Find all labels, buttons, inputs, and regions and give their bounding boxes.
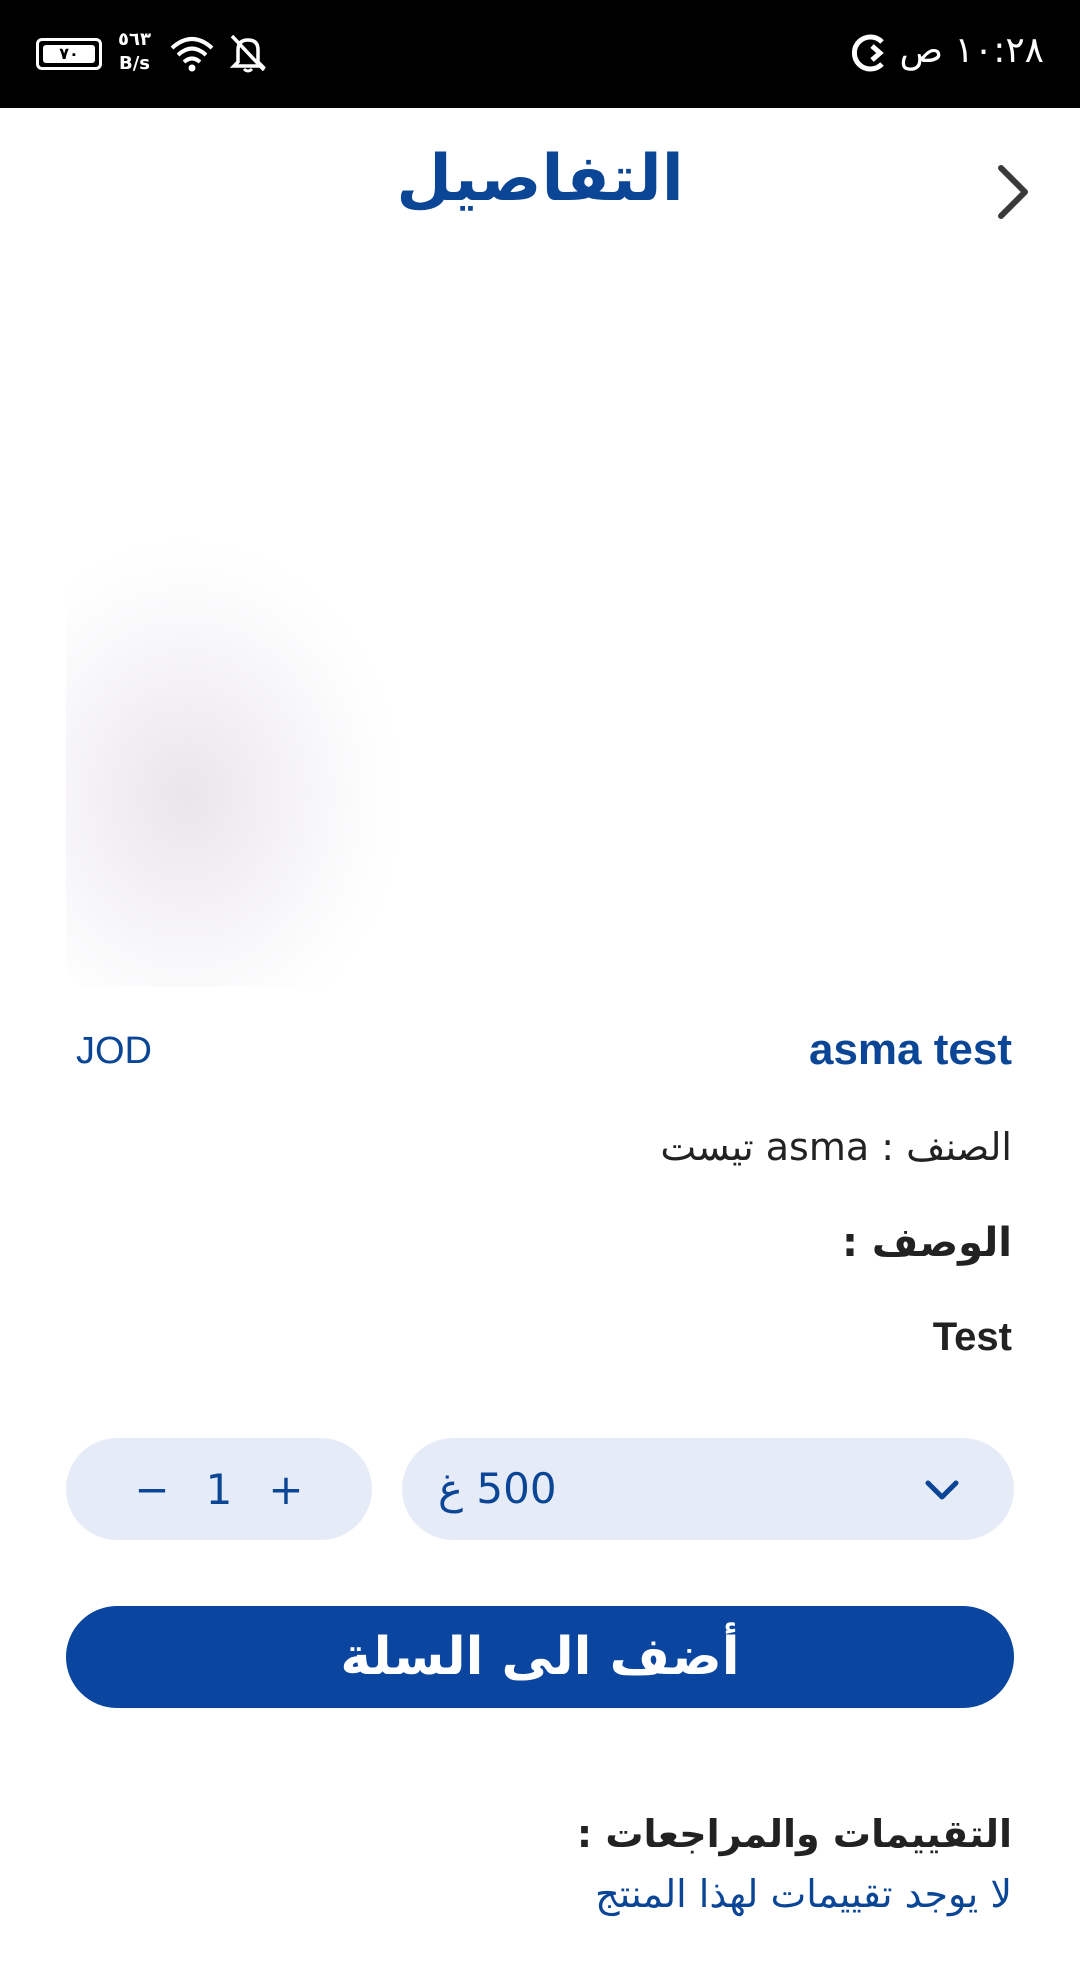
wifi-icon xyxy=(170,37,214,72)
status-time: ١٠:٢٨ ص xyxy=(899,30,1044,71)
product-currency: JOD xyxy=(76,1030,152,1072)
battery-level: ٧٠ xyxy=(43,45,95,63)
battery-icon: ٧٠ xyxy=(36,38,102,70)
quantity-minus-button[interactable]: − xyxy=(116,1465,187,1514)
product-image xyxy=(66,315,1014,987)
weight-value: 500 غ xyxy=(438,1464,557,1513)
quantity-stepper: − 1 + xyxy=(66,1438,372,1540)
network-speed-value: ٥٦٣ xyxy=(118,29,151,50)
sync-icon xyxy=(851,34,884,72)
network-speed-unit: B/s xyxy=(118,53,150,74)
quantity-value: 1 xyxy=(205,1464,233,1514)
product-category: الصنف : asma تيست xyxy=(660,1125,1012,1169)
quantity-plus-button[interactable]: + xyxy=(250,1465,321,1514)
chevron-right-icon xyxy=(998,165,1028,219)
bell-off-icon xyxy=(229,34,267,73)
chevron-down-icon xyxy=(925,1480,959,1500)
description-label: الوصف : xyxy=(841,1220,1012,1266)
reviews-title: التقييمات والمراجعات : xyxy=(576,1812,1012,1856)
product-name: asma test xyxy=(808,1025,1012,1074)
back-button[interactable] xyxy=(988,160,1038,224)
description-text: Test xyxy=(932,1315,1012,1359)
reviews-empty-message: لا يوجد تقييمات لهذا المنتج xyxy=(595,1872,1012,1916)
page-title: التفاصيل xyxy=(396,142,684,216)
network-speed: ٥٦٣ B/s xyxy=(118,28,151,76)
weight-dropdown[interactable]: 500 غ xyxy=(402,1438,1014,1540)
status-bar: ٧٠ ٥٦٣ B/s ١٠:٢٨ ص xyxy=(0,0,1080,108)
add-to-cart-button[interactable]: أضف الى السلة xyxy=(66,1606,1014,1708)
